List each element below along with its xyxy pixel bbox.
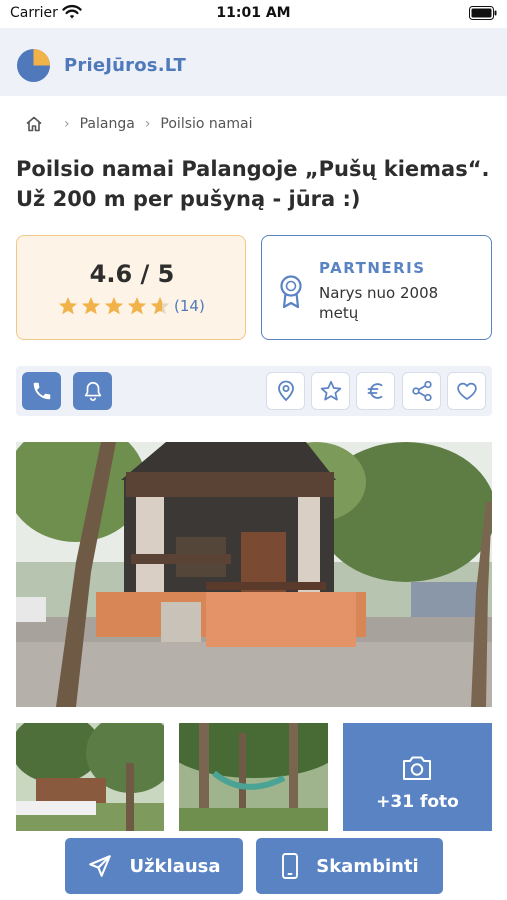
listing-title: Poilsio namai Palangoje „Pušų kiemas“. U… xyxy=(16,157,490,211)
call-button[interactable] xyxy=(22,372,61,410)
share-button[interactable] xyxy=(402,372,441,410)
star-full-icon xyxy=(104,297,124,315)
logo-icon[interactable] xyxy=(16,48,51,83)
star-full-icon xyxy=(81,297,101,315)
status-bar: Carrier 11:01 AM xyxy=(0,0,507,28)
review-count[interactable]: (14) xyxy=(174,297,205,315)
camera-icon xyxy=(403,756,431,780)
share-icon xyxy=(411,380,432,402)
wishlist-button[interactable] xyxy=(447,372,486,410)
rating-value: 4.6 / 5 xyxy=(89,260,175,288)
main-photo[interactable] xyxy=(16,442,492,707)
phone-icon xyxy=(33,382,50,400)
brand-name[interactable]: PrieJūros.LT xyxy=(64,55,186,76)
award-ribbon-icon xyxy=(280,275,302,309)
send-icon xyxy=(89,855,112,877)
call-button-label: Skambinti xyxy=(316,855,419,877)
more-photos-button[interactable]: +31 foto xyxy=(343,723,492,831)
inquiry-button-label: Užklausa xyxy=(129,855,221,877)
partner-title: PARTNERIS xyxy=(319,259,426,277)
breadcrumb-item-palanga[interactable]: Palanga xyxy=(80,116,135,132)
more-photos-label: +31 foto xyxy=(376,792,459,812)
star-full-icon xyxy=(127,297,147,315)
breadcrumb-item-poilsio-namai[interactable]: Poilsio namai xyxy=(160,116,252,132)
star-icon xyxy=(320,380,341,401)
rating-card[interactable]: 4.6 / 5 xyxy=(16,235,246,340)
euro-icon xyxy=(367,383,382,399)
favorite-star-button[interactable] xyxy=(311,372,350,410)
chevron-right-icon: › xyxy=(144,116,151,132)
home-icon[interactable] xyxy=(24,114,44,134)
house-photo xyxy=(16,442,492,707)
location-icon xyxy=(277,380,294,402)
rating-stars: (14) xyxy=(58,296,205,316)
clock: 11:01 AM xyxy=(216,5,291,21)
prices-button[interactable] xyxy=(356,372,395,410)
thumbnail-image xyxy=(179,723,328,831)
heart-icon xyxy=(456,382,477,400)
partner-subtitle: Narys nuo 2008 metų xyxy=(319,284,439,322)
breadcrumb: › Palanga › Poilsio namai xyxy=(24,113,252,135)
bell-icon xyxy=(84,381,101,401)
inquiry-button[interactable]: Užklausa xyxy=(65,838,243,894)
thumbnail-image xyxy=(16,723,164,831)
star-partial-icon xyxy=(150,297,170,315)
gallery-thumbnail-2[interactable] xyxy=(179,723,328,831)
battery-icon xyxy=(469,6,497,20)
notify-button[interactable] xyxy=(73,372,112,410)
location-button[interactable] xyxy=(266,372,305,410)
smartphone-icon xyxy=(282,853,299,879)
gallery-thumbnail-1[interactable] xyxy=(16,723,164,831)
star-full-icon xyxy=(58,297,78,315)
chevron-right-icon: › xyxy=(64,116,70,132)
call-now-button[interactable]: Skambinti xyxy=(256,838,443,894)
